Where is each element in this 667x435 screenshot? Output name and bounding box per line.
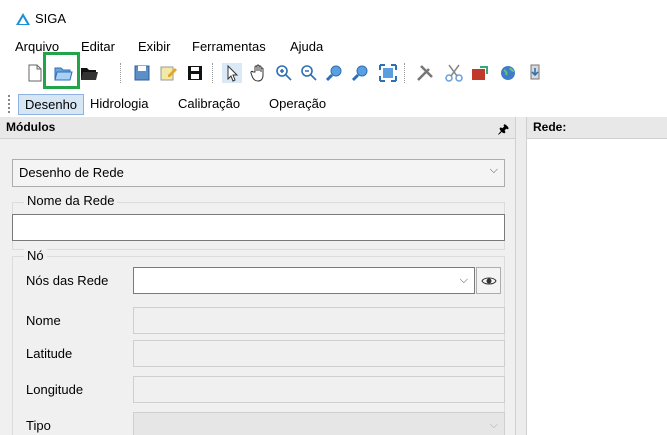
tools-button[interactable] [414, 62, 436, 84]
network-name-input[interactable] [12, 214, 505, 241]
save-button[interactable] [131, 62, 153, 84]
tab-calibracao[interactable]: Calibração [172, 94, 246, 115]
network-panel-title: Rede: [533, 120, 567, 134]
tab-hidrologia[interactable]: Hidrologia [84, 94, 155, 115]
magnifier-blue-icon [351, 65, 368, 82]
tab-operacao[interactable]: Operação [263, 94, 332, 115]
latitude-field[interactable] [133, 340, 505, 367]
new-file-icon [28, 64, 42, 82]
menu-bar: Arquivo Editar Exibir Ferramentas Ajuda [0, 36, 667, 56]
menu-exibir[interactable]: Exibir [138, 39, 171, 54]
panel-splitter[interactable] [515, 117, 527, 435]
import-icon [530, 64, 540, 80]
modules-panel-header: Módulos 🖈 [0, 117, 515, 139]
zoom-in-icon [276, 65, 292, 81]
menu-ferramentas[interactable]: Ferramentas [192, 39, 266, 54]
edit-note-icon [160, 66, 177, 81]
main-toolbar [0, 57, 667, 91]
open-button-highlight [43, 52, 80, 89]
eye-icon [480, 277, 497, 284]
view-node-button[interactable] [476, 267, 501, 294]
save-as-button[interactable] [184, 62, 206, 84]
globe-icon [501, 66, 515, 80]
zoom-extents-button[interactable] [377, 62, 399, 84]
toolbar-grip[interactable] [8, 95, 10, 113]
nodes-label: Nós das Rede [26, 273, 109, 288]
zoom-out-button[interactable] [298, 62, 320, 84]
folder-icon [81, 68, 98, 80]
globe-button[interactable] [497, 62, 519, 84]
name-field[interactable] [133, 307, 505, 334]
title-bar: SIGA [0, 0, 667, 36]
module-tabs: Desenho Hidrologia Calibração Operação [0, 92, 667, 116]
module-select[interactable]: Desenho de Rede ⌵ [12, 159, 505, 187]
select-tool-button[interactable] [221, 62, 243, 84]
zoom-extents-icon [379, 64, 397, 82]
chevron-down-icon: ⌵ [489, 164, 498, 176]
save-black-icon [188, 66, 202, 80]
nodes-select[interactable]: ⌵ [133, 267, 475, 294]
pointer-icon [222, 63, 242, 83]
cut-button[interactable] [443, 62, 465, 84]
zoom-in-button[interactable] [273, 62, 295, 84]
tools-icon [417, 65, 433, 81]
zoom-out-icon [301, 65, 317, 81]
pin-icon[interactable]: 🖈 [498, 120, 509, 141]
longitude-field[interactable] [133, 376, 505, 403]
toolbar-separator [212, 63, 214, 83]
chevron-down-icon: ⌵ [459, 274, 468, 286]
type-label: Tipo [26, 418, 51, 433]
save-icon [134, 65, 150, 81]
toolbar-separator [404, 63, 406, 83]
export-button[interactable] [469, 62, 491, 84]
longitude-label: Longitude [26, 382, 84, 397]
latitude-label: Latitude [26, 346, 73, 361]
network-panel-header: Rede: [527, 117, 667, 139]
edit-button[interactable] [157, 62, 179, 84]
tab-desenho[interactable]: Desenho [18, 94, 85, 115]
scissors-icon [445, 64, 463, 82]
menu-editar[interactable]: Editar [81, 39, 115, 54]
node-group-label: Nó [24, 248, 47, 263]
network-name-label: Nome da Rede [24, 193, 118, 208]
type-select[interactable]: ⌵ [133, 412, 505, 435]
open-dark-button[interactable] [78, 62, 100, 84]
menu-ajuda[interactable]: Ajuda [290, 39, 323, 54]
pan-tool-button[interactable] [248, 62, 270, 84]
name-label: Nome [26, 313, 61, 328]
zoom-previous-button[interactable] [350, 62, 372, 84]
toolbar-separator [120, 63, 122, 83]
zoom-window-button[interactable] [324, 62, 346, 84]
network-canvas[interactable] [527, 139, 667, 435]
export-icon [472, 66, 488, 80]
window-title: SIGA [35, 11, 67, 26]
modules-panel-title: Módulos [6, 120, 56, 134]
siga-logo-icon [16, 13, 30, 25]
module-select-value: Desenho de Rede [19, 165, 124, 180]
hand-icon [250, 64, 264, 82]
magnifier-blue-icon [325, 65, 342, 82]
chevron-down-icon: ⌵ [489, 419, 498, 431]
modules-panel-body: Desenho de Rede ⌵ Nome da Rede Nó Nós da… [0, 139, 515, 435]
import-button[interactable] [524, 62, 546, 84]
